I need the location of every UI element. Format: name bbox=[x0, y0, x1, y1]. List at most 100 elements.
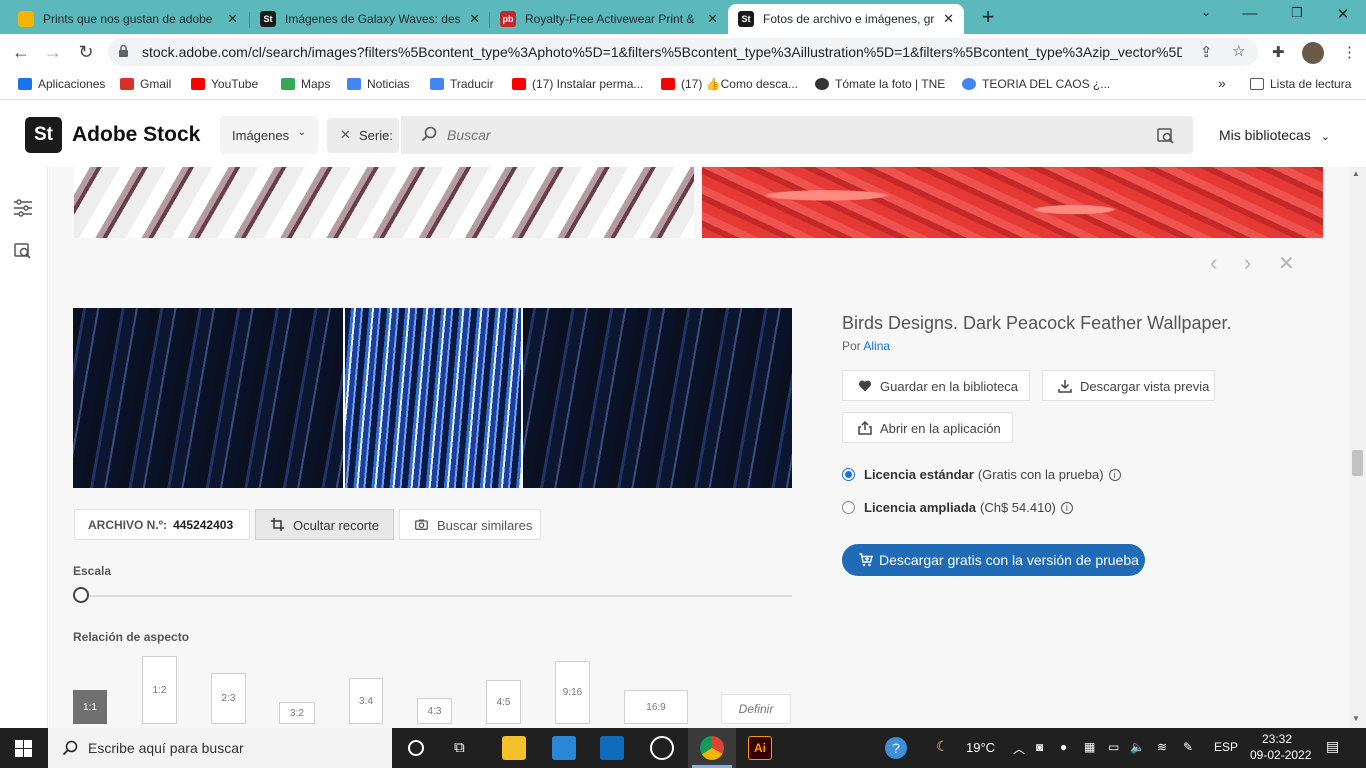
clock-time[interactable]: 23:32 bbox=[1262, 732, 1292, 746]
battery-icon[interactable]: ▭ bbox=[1108, 740, 1119, 754]
task-view-icon[interactable]: ⧉ bbox=[454, 739, 465, 756]
share-icon[interactable]: ⇪ bbox=[1200, 43, 1213, 61]
device-icon[interactable]: ▦ bbox=[1084, 740, 1095, 754]
notifications-icon[interactable]: ▤ bbox=[1326, 738, 1339, 755]
clock-date[interactable]: 09-02-2022 bbox=[1250, 748, 1311, 762]
close-tab-icon[interactable]: ✕ bbox=[469, 11, 480, 27]
chrome-taskbar-active[interactable] bbox=[688, 728, 736, 768]
back-arrow-icon[interactable]: ← bbox=[10, 41, 32, 63]
radio-unselected[interactable] bbox=[842, 501, 855, 514]
menu-dots-icon[interactable]: ⋮ bbox=[1342, 43, 1357, 61]
content-type-select[interactable]: Imágenes ⌄ bbox=[220, 116, 318, 154]
volume-icon[interactable]: 🔈 bbox=[1130, 740, 1145, 754]
wifi-icon[interactable]: ≋ bbox=[1157, 740, 1167, 754]
search-input[interactable] bbox=[447, 124, 1127, 146]
ratio-option-16-9[interactable]: 16:9 bbox=[624, 690, 688, 724]
tab-search-icon[interactable]: ⌄ bbox=[1196, 5, 1216, 19]
minimize-icon[interactable]: — bbox=[1240, 5, 1260, 22]
brand-name[interactable]: Adobe Stock bbox=[72, 123, 200, 147]
scroll-up-arrow-icon[interactable]: ▲ bbox=[1352, 169, 1360, 178]
radio-selected[interactable] bbox=[842, 468, 855, 481]
ratio-option-4-3[interactable]: 4:3 bbox=[417, 698, 452, 724]
bookmark-tne[interactable]: Tómate la foto | TNE bbox=[815, 77, 945, 91]
help-icon[interactable]: ? bbox=[885, 737, 907, 759]
cortana-icon[interactable] bbox=[408, 740, 424, 756]
ratio-option-4-5[interactable]: 4:5 bbox=[486, 680, 521, 724]
bookmark-translate[interactable]: Traducir bbox=[430, 77, 494, 91]
browser-tab-1[interactable]: Prints que nos gustan de adobe ✕ bbox=[8, 4, 248, 34]
language-indicator[interactable]: ESP bbox=[1214, 740, 1238, 754]
browser-tab-4-active[interactable]: St Fotos de archivo e imágenes, gr ✕ bbox=[728, 4, 964, 34]
antivirus-icon[interactable]: ● bbox=[1060, 740, 1067, 754]
bookmark-news[interactable]: Noticias bbox=[347, 77, 410, 91]
browser-tab-3[interactable]: pb Royalty-Free Activewear Print & ✕ bbox=[490, 4, 728, 34]
author-link[interactable]: Alina bbox=[863, 339, 890, 353]
ratio-option-9-16[interactable]: 9:16 bbox=[555, 661, 590, 724]
open-in-app-button[interactable]: Abrir en la aplicación bbox=[842, 412, 1013, 443]
info-icon[interactable]: i bbox=[1060, 501, 1073, 514]
bookmark-maps[interactable]: Maps bbox=[281, 77, 330, 91]
adobe-stock-logo-icon[interactable]: St bbox=[25, 117, 62, 153]
bookmark-youtube-video-1[interactable]: (17) Instalar perma... bbox=[512, 77, 643, 91]
reading-list-button[interactable]: Lista de lectura bbox=[1250, 77, 1351, 91]
profile-avatar[interactable] bbox=[1302, 42, 1324, 64]
browser-tab-2[interactable]: St Imágenes de Galaxy Waves: des ✕ bbox=[250, 4, 490, 34]
result-thumbnail-red-texture[interactable] bbox=[702, 167, 1323, 238]
close-tab-icon[interactable]: ✕ bbox=[707, 11, 718, 27]
file-explorer-icon[interactable] bbox=[502, 736, 526, 760]
hide-crop-button[interactable]: Ocultar recorte bbox=[255, 509, 394, 540]
bookmark-google-search[interactable]: TEORIA DEL CAOS ¿... bbox=[962, 77, 1110, 91]
ratio-option-1-1[interactable]: 1:1 bbox=[73, 690, 107, 724]
scroll-down-arrow-icon[interactable]: ▼ bbox=[1352, 714, 1360, 723]
pen-icon[interactable]: ✎ bbox=[1183, 740, 1193, 754]
illustrator-icon[interactable]: Ai bbox=[748, 736, 772, 760]
close-window-icon[interactable]: ✕ bbox=[1333, 5, 1353, 23]
preview-crop-region[interactable] bbox=[345, 308, 521, 488]
next-chevron-icon[interactable]: › bbox=[1244, 250, 1251, 276]
previous-chevron-icon[interactable]: ‹ bbox=[1210, 250, 1217, 276]
asset-preview-image[interactable] bbox=[73, 308, 792, 488]
bookmark-star-icon[interactable]: ☆ bbox=[1232, 42, 1245, 60]
weather-moon-icon[interactable]: ☾ bbox=[936, 738, 949, 755]
ratio-option-1-2[interactable]: 1:2 bbox=[142, 656, 177, 724]
temperature[interactable]: 19°C bbox=[966, 740, 995, 755]
tray-expand-icon[interactable]: ︿ bbox=[1013, 740, 1025, 757]
bookmark-apps[interactable]: Aplicaciones bbox=[18, 77, 105, 91]
more-bookmarks-button[interactable]: » bbox=[1218, 75, 1226, 91]
bookmark-youtube-video-2[interactable]: (17) 👍Como desca... bbox=[661, 77, 798, 91]
reload-icon[interactable]: ↻ bbox=[75, 41, 97, 63]
windows-start-icon[interactable] bbox=[15, 740, 32, 757]
info-icon[interactable]: i bbox=[1108, 468, 1121, 481]
close-detail-icon[interactable]: ✕ bbox=[1278, 251, 1295, 276]
scale-slider-track[interactable] bbox=[81, 595, 792, 597]
ratio-option-3-4[interactable]: 3:4 bbox=[349, 678, 383, 724]
bookmark-youtube[interactable]: YouTube bbox=[191, 77, 258, 91]
mail-icon[interactable] bbox=[600, 736, 624, 760]
webcam-icon[interactable]: ◙ bbox=[1036, 740, 1043, 754]
address-bar[interactable]: stock.adobe.com/cl/search/images?filters… bbox=[108, 38, 1258, 66]
restore-icon[interactable]: ❐ bbox=[1287, 5, 1307, 21]
result-thumbnail-feather-sketch[interactable] bbox=[74, 167, 694, 238]
series-filter-chip[interactable]: ✕ Serie: bbox=[327, 118, 399, 153]
license-extended-option[interactable]: Licencia ampliada (Ch$ 54.410) i bbox=[842, 500, 1073, 515]
app-icon[interactable] bbox=[650, 736, 674, 760]
ratio-option-2-3[interactable]: 2:3 bbox=[211, 673, 246, 724]
close-tab-icon[interactable]: ✕ bbox=[227, 11, 238, 27]
page-scrollbar[interactable] bbox=[1349, 167, 1366, 728]
extensions-icon[interactable]: ✚ bbox=[1272, 43, 1285, 61]
new-tab-button[interactable]: + bbox=[976, 6, 1000, 30]
scale-slider-handle[interactable] bbox=[73, 587, 89, 603]
taskbar-search-box[interactable]: Escribe aquí para buscar bbox=[48, 728, 392, 768]
forward-arrow-icon[interactable]: → bbox=[42, 41, 64, 63]
find-similar-button[interactable]: Buscar similares bbox=[399, 509, 541, 540]
my-libraries-menu[interactable]: Mis bibliotecas ⌄ bbox=[1219, 127, 1330, 143]
microsoft-store-icon[interactable] bbox=[552, 736, 576, 760]
filters-icon[interactable] bbox=[13, 199, 33, 217]
download-preview-button[interactable]: Descargar vista previa bbox=[1042, 370, 1215, 401]
scrollbar-thumb[interactable] bbox=[1352, 450, 1363, 476]
close-icon[interactable]: ✕ bbox=[340, 127, 351, 143]
ratio-option-3-2[interactable]: 3:2 bbox=[279, 702, 315, 724]
close-tab-icon[interactable]: ✕ bbox=[943, 11, 954, 27]
save-to-library-button[interactable]: Guardar en la biblioteca bbox=[842, 370, 1030, 401]
visual-search-icon[interactable] bbox=[14, 242, 32, 259]
